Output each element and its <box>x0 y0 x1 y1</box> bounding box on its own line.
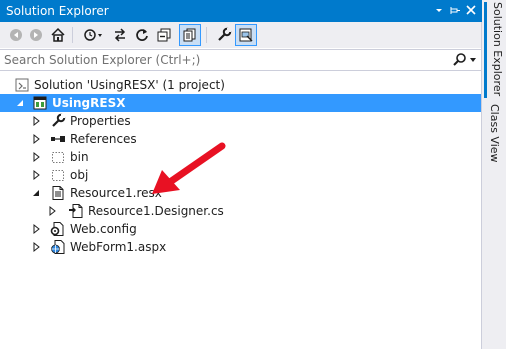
collapse-arrow-icon[interactable] <box>30 187 42 199</box>
expand-arrow-icon[interactable] <box>30 169 42 181</box>
search-input[interactable] <box>4 51 444 69</box>
search-icon[interactable] <box>452 52 468 68</box>
tree-node-webform[interactable]: WebForm1.aspx <box>0 238 481 256</box>
expand-arrow-icon[interactable] <box>30 241 42 253</box>
expand-arrow-icon[interactable] <box>30 151 42 163</box>
collapse-arrow-icon[interactable] <box>14 97 26 109</box>
resource-file-icon <box>50 185 66 201</box>
tree-label: References <box>70 132 137 146</box>
collapse-all-icon[interactable] <box>154 25 174 45</box>
back-icon[interactable] <box>6 25 26 45</box>
search-options-dropdown-icon[interactable] <box>470 58 476 62</box>
title-bar: Solution Explorer <box>0 0 482 22</box>
side-tab-strip: Solution Explorer Class View <box>482 0 506 349</box>
tree-node-webconfig[interactable]: Web.config <box>0 220 481 238</box>
panel-title: Solution Explorer <box>6 4 109 18</box>
toolbar-separator <box>206 27 207 43</box>
properties-icon[interactable] <box>214 25 234 45</box>
solution-icon <box>14 77 30 93</box>
config-file-icon <box>50 221 66 237</box>
tree-label: obj <box>70 168 89 182</box>
tree-node-obj[interactable]: obj <box>0 166 481 184</box>
tree-node-designer[interactable]: Resource1.Designer.cs <box>0 202 481 220</box>
tree-node-solution[interactable]: Solution 'UsingRESX' (1 project) <box>0 76 481 94</box>
search-box[interactable] <box>0 49 481 71</box>
tree-label: WebForm1.aspx <box>70 240 167 254</box>
tab-solution-explorer[interactable]: Solution Explorer <box>484 2 506 98</box>
tree-label: bin <box>70 150 89 164</box>
tree-label: UsingRESX <box>52 96 126 110</box>
tree-node-bin[interactable]: bin <box>0 148 481 166</box>
toolbar-separator <box>72 27 73 43</box>
sync-icon[interactable] <box>110 25 130 45</box>
wrench-icon <box>50 113 66 129</box>
references-icon <box>50 131 66 147</box>
expand-arrow-icon[interactable] <box>46 205 58 217</box>
pin-icon[interactable] <box>448 3 462 17</box>
excluded-folder-icon <box>50 149 66 165</box>
toolbar <box>0 22 481 48</box>
tab-class-view[interactable]: Class View <box>484 104 504 164</box>
csharp-file-icon <box>68 203 84 219</box>
web-form-icon <box>50 239 66 255</box>
tree-label: Web.config <box>70 222 137 236</box>
show-all-files-icon[interactable] <box>179 24 201 46</box>
expand-arrow-icon[interactable] <box>30 133 42 145</box>
tree-label: Resource1.Designer.cs <box>88 204 224 218</box>
excluded-folder-icon <box>50 167 66 183</box>
preview-icon[interactable] <box>235 24 257 46</box>
tree-node-properties[interactable]: Properties <box>0 112 481 130</box>
refresh-icon[interactable] <box>132 25 152 45</box>
web-project-icon <box>32 95 48 111</box>
forward-icon[interactable] <box>26 25 46 45</box>
tree-node-references[interactable]: References <box>0 130 481 148</box>
history-icon[interactable] <box>80 25 106 45</box>
home-icon[interactable] <box>48 25 68 45</box>
solution-explorer-panel: Solution Explorer Search Solution Explor… <box>0 0 482 349</box>
expand-arrow-icon[interactable] <box>30 115 42 127</box>
tree-label: Properties <box>70 114 131 128</box>
tree-label: Solution 'UsingRESX' (1 project) <box>34 78 225 92</box>
dropdown-icon[interactable] <box>432 3 446 17</box>
annotation-arrow-icon <box>152 142 226 194</box>
tree-node-project[interactable]: UsingRESX <box>0 94 481 112</box>
tree-node-resource[interactable]: Resource1.resx <box>0 184 481 202</box>
close-icon[interactable] <box>464 3 478 17</box>
expand-arrow-icon[interactable] <box>30 223 42 235</box>
